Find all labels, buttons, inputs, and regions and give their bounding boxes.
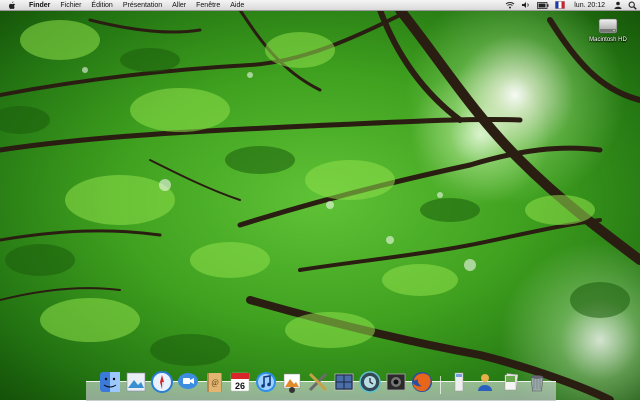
utility-icon[interactable] [306, 370, 330, 394]
apple-menu-icon[interactable] [7, 1, 16, 10]
iphoto-icon[interactable] [280, 370, 304, 394]
status-area: lun. 20:12 [502, 0, 640, 11]
volume-icon[interactable] [518, 1, 534, 9]
user-icon[interactable] [473, 370, 497, 394]
menu-fenetre[interactable]: Fenêtre [191, 0, 225, 11]
menu-presentation[interactable]: Présentation [118, 0, 167, 11]
menu-aller[interactable]: Aller [167, 0, 191, 11]
itunes-icon[interactable] [254, 370, 278, 394]
stack-icon[interactable] [499, 370, 523, 394]
firefox-icon[interactable] [410, 370, 434, 394]
dock: @ 26 [98, 366, 549, 394]
ichat-icon[interactable] [176, 370, 200, 394]
photo-booth-icon[interactable] [384, 370, 408, 394]
flag-icon[interactable] [552, 1, 568, 9]
ical-date: 26 [235, 381, 245, 391]
wifi-icon[interactable] [502, 1, 518, 9]
desktop-wallpaper [0, 0, 640, 400]
battery-icon[interactable] [534, 1, 552, 9]
hd-label: Macintosh HD [589, 37, 627, 43]
menu-aide[interactable]: Aide [225, 0, 249, 11]
hard-drive-icon [597, 16, 619, 36]
safari-icon[interactable] [150, 370, 174, 394]
time-machine-icon[interactable] [358, 370, 382, 394]
svg-text:@: @ [211, 378, 218, 387]
finder-icon[interactable] [98, 370, 122, 394]
dock-separator [438, 374, 443, 394]
desktop-icon-macintosh-hd[interactable]: Macintosh HD [578, 16, 638, 43]
user-icon[interactable] [611, 1, 625, 9]
address-book-icon[interactable]: @ [202, 370, 226, 394]
menu-fichier[interactable]: Fichier [55, 0, 86, 11]
menu-clock[interactable]: lun. 20:12 [568, 2, 611, 9]
ical-icon[interactable]: 26 [228, 370, 252, 394]
menu-edition[interactable]: Édition [86, 0, 117, 11]
menu-app-name[interactable]: Finder [24, 0, 55, 11]
preview-icon[interactable] [124, 370, 148, 394]
spotlight-icon[interactable] [625, 1, 640, 10]
downloads-icon[interactable] [447, 370, 471, 394]
menu-bar: Finder Fichier Édition Présentation Alle… [0, 0, 640, 11]
spaces-icon[interactable] [332, 370, 356, 394]
trash-icon[interactable] [525, 370, 549, 394]
